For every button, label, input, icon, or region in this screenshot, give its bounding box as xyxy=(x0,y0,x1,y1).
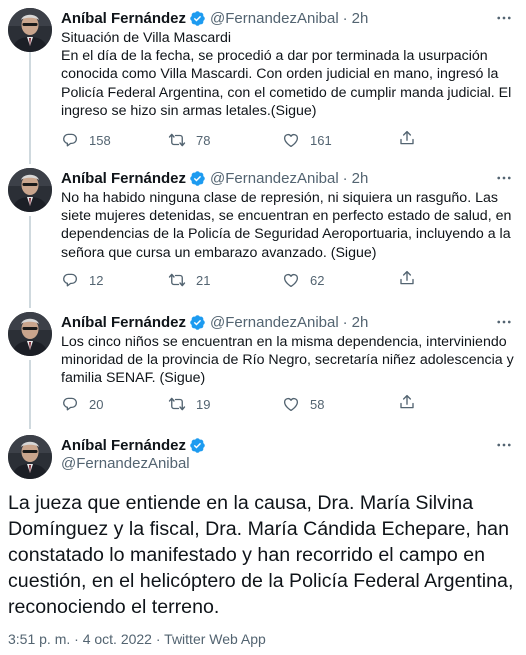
retweet-button[interactable]: 21 xyxy=(168,271,282,289)
author-name[interactable]: Aníbal Fernández xyxy=(61,10,186,27)
tweet-time[interactable]: 2h xyxy=(352,314,369,331)
verified-badge-icon xyxy=(189,170,206,187)
tweet-actions: 20 19 58 xyxy=(61,394,481,414)
like-count: 62 xyxy=(310,272,325,288)
avatar[interactable] xyxy=(8,312,52,356)
retweet-button[interactable]: 19 xyxy=(168,395,282,413)
share-icon xyxy=(398,129,416,147)
reply-button[interactable]: 12 xyxy=(61,271,168,289)
share-button[interactable] xyxy=(398,129,416,152)
retweet-count: 78 xyxy=(196,132,211,148)
retweet-icon xyxy=(168,271,186,289)
share-button[interactable] xyxy=(398,393,416,416)
reply-icon xyxy=(61,395,79,413)
share-icon xyxy=(398,269,416,287)
like-icon xyxy=(282,395,300,413)
verified-badge-icon xyxy=(189,437,206,454)
tweet-text: Situación de Villa Mascardi En el día de… xyxy=(61,29,518,120)
author-name[interactable]: Aníbal Fernández xyxy=(61,170,186,187)
reply-count: 158 xyxy=(89,132,111,148)
more-options-icon[interactable] xyxy=(494,168,514,188)
like-button[interactable]: 161 xyxy=(282,131,398,149)
tweet-actions: 12 21 62 xyxy=(61,270,481,290)
reply-icon xyxy=(61,271,79,289)
verified-badge-icon xyxy=(189,10,206,27)
like-button[interactable]: 58 xyxy=(282,395,398,413)
like-count: 161 xyxy=(310,132,332,148)
tweet-text: No ha habido ninguna clase de represión,… xyxy=(61,189,518,262)
retweet-button[interactable]: 78 xyxy=(168,131,282,149)
tweet-actions: 158 78 161 xyxy=(61,130,481,150)
share-button[interactable] xyxy=(398,269,416,292)
like-button[interactable]: 62 xyxy=(282,271,398,289)
author-handle[interactable]: @FernandezAnibal xyxy=(61,455,190,472)
author-name[interactable]: Aníbal Fernández xyxy=(61,437,186,454)
reply-icon xyxy=(61,131,79,149)
thread-connector xyxy=(29,216,31,308)
retweet-count: 19 xyxy=(196,396,211,412)
tweet-text: La jueza que entiende en la causa, Dra. … xyxy=(8,492,514,618)
tweet-timestamp[interactable]: 3:51 p. m. · 4 oct. 2022 · Twitter Web A… xyxy=(8,631,266,647)
reply-button[interactable]: 158 xyxy=(61,131,168,149)
verified-badge-icon xyxy=(189,314,206,331)
author-handle[interactable]: @FernandezAnibal xyxy=(210,170,339,187)
tweet-text-line: No ha habido ninguna clase de represión,… xyxy=(61,190,512,261)
reply-button[interactable]: 20 xyxy=(61,395,168,413)
dot-separator: · xyxy=(342,9,348,27)
share-icon xyxy=(398,393,416,411)
like-icon xyxy=(282,271,300,289)
thread-connector xyxy=(29,52,31,164)
retweet-icon xyxy=(168,395,186,413)
tweet-text-line: Situación de Villa Mascardi xyxy=(61,30,232,46)
tweet-time[interactable]: 2h xyxy=(352,10,369,27)
tweet-text-line: En el día de la fecha, se procedió a dar… xyxy=(61,48,512,119)
more-options-icon[interactable] xyxy=(494,312,514,332)
avatar[interactable] xyxy=(8,435,52,479)
tweet-text: Los cinco niños se encuentran en la mism… xyxy=(61,333,518,388)
reply-count: 12 xyxy=(89,272,104,288)
retweet-count: 21 xyxy=(196,272,211,288)
like-icon xyxy=(282,131,300,149)
avatar[interactable] xyxy=(8,168,52,212)
tweet-text-line: Los cinco niños se encuentran en la mism… xyxy=(61,334,514,387)
retweet-icon xyxy=(168,131,186,149)
like-count: 58 xyxy=(310,396,325,412)
more-options-icon[interactable] xyxy=(494,8,514,28)
avatar[interactable] xyxy=(8,8,52,52)
tweet-time[interactable]: 2h xyxy=(352,170,369,187)
dot-separator: · xyxy=(342,313,348,331)
author-handle[interactable]: @FernandezAnibal xyxy=(210,10,339,27)
reply-count: 20 xyxy=(89,396,104,412)
dot-separator: · xyxy=(342,169,348,187)
author-name[interactable]: Aníbal Fernández xyxy=(61,314,186,331)
more-options-icon[interactable] xyxy=(494,435,514,455)
thread-connector xyxy=(29,360,31,429)
author-handle[interactable]: @FernandezAnibal xyxy=(210,314,339,331)
